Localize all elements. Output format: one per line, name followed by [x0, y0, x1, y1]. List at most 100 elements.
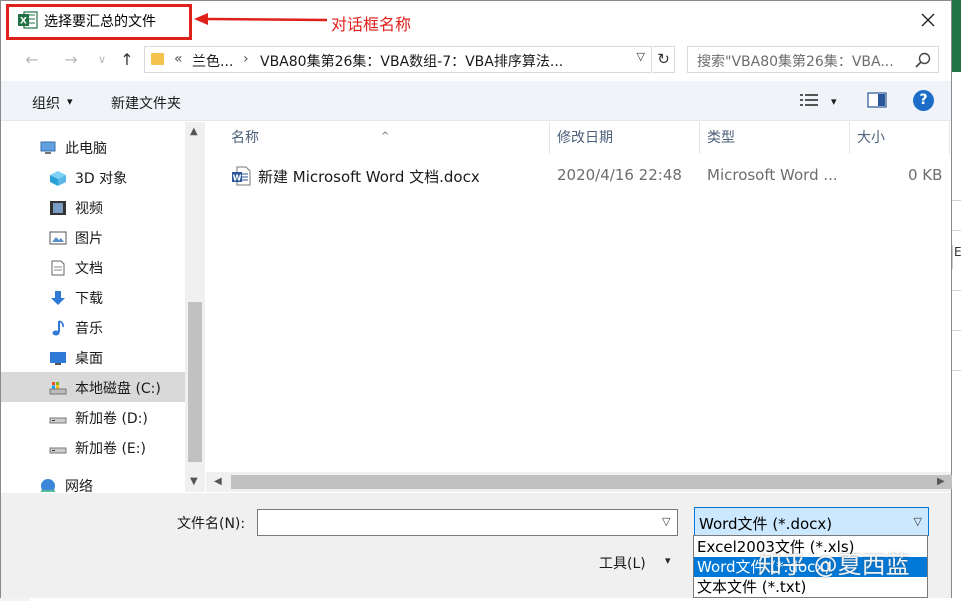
sidebar-item-label: 文档: [75, 261, 103, 277]
sidebar-item-label: 此电脑: [65, 141, 107, 157]
close-icon: [921, 13, 935, 27]
forward-button[interactable]: →: [60, 49, 82, 71]
excel-gridline: [952, 330, 961, 331]
sidebar-item-label: 音乐: [75, 321, 103, 337]
sidebar-item-label: 图片: [75, 231, 103, 247]
sidebar-item[interactable]: 视频: [1, 192, 185, 222]
column-header-name-label: 名称: [231, 130, 259, 146]
sidebar-item[interactable]: 文档: [1, 252, 185, 282]
excel-gridline: [952, 200, 961, 201]
drive-c-icon: [49, 382, 67, 395]
arrow-annotation-icon: [194, 13, 328, 25]
view-options-icon[interactable]: [799, 92, 819, 108]
close-button[interactable]: [917, 9, 939, 31]
excel-gridline: [952, 290, 961, 291]
preview-pane-icon[interactable]: [867, 92, 887, 108]
refresh-icon: ↻: [657, 50, 670, 68]
sidebar-scrollbar[interactable]: ▲ ▼: [185, 122, 205, 492]
file-type-select[interactable]: Word文件 (*.docx) ▽: [694, 507, 929, 536]
cube-icon: [50, 171, 66, 186]
sidebar-item[interactable]: 图片: [1, 222, 185, 252]
sidebar-item[interactable]: 下载: [1, 282, 185, 312]
file-list: 名称 ^ 修改日期 类型 大小 W 新建 Microsoft Word 文档.d…: [206, 122, 951, 472]
filename-input[interactable]: [257, 509, 678, 536]
file-list-horizontal-scrollbar[interactable]: ◀ ▶: [206, 472, 952, 492]
picture-icon: [49, 231, 67, 245]
chevron-down-icon: ▽: [913, 515, 922, 528]
sidebar-item-label: 新加卷 (E:): [75, 441, 146, 457]
sidebar-item-label: 视频: [75, 201, 103, 217]
document-icon: [51, 260, 65, 276]
address-overflow[interactable]: «: [174, 51, 183, 67]
svg-text:X: X: [20, 17, 27, 27]
column-header-name[interactable]: 名称 ^: [206, 122, 550, 154]
scroll-right-icon[interactable]: ▶: [937, 476, 945, 487]
folder-icon: [151, 53, 164, 65]
chevron-down-icon[interactable]: ▾: [831, 95, 837, 108]
recent-locations-button[interactable]: ∨: [91, 49, 113, 71]
dropdown-option[interactable]: 文本文件 (*.txt): [694, 577, 927, 597]
scroll-up-icon[interactable]: ▲: [190, 126, 198, 137]
chevron-down-icon[interactable]: ▾: [665, 554, 671, 567]
scrollbar-thumb[interactable]: [231, 475, 952, 489]
drive-icon: [49, 417, 67, 424]
organize-button[interactable]: 组织: [32, 93, 60, 113]
refresh-button[interactable]: ↻: [653, 46, 675, 73]
pc-icon: [40, 141, 56, 154]
file-size: 0 KB: [908, 166, 943, 184]
video-icon: [50, 201, 66, 215]
up-button[interactable]: ↑: [116, 49, 138, 71]
excel-icon: X: [18, 11, 38, 29]
sidebar-item[interactable]: 新加卷 (D:): [1, 402, 185, 432]
sidebar-item[interactable]: 3D 对象: [1, 162, 185, 192]
excel-gridline: [952, 230, 961, 231]
breadcrumb-segment[interactable]: VBA80集第26集：VBA数组-7：VBA排序算法...: [260, 51, 563, 71]
sidebar-item[interactable]: 音乐: [1, 312, 185, 342]
sidebar-item[interactable]: 桌面: [1, 342, 185, 372]
new-folder-button[interactable]: 新建文件夹: [111, 93, 181, 113]
sidebar-item[interactable]: 此电脑: [1, 132, 185, 162]
excel-column-header: E: [952, 245, 961, 269]
desktop-icon: [50, 352, 66, 365]
file-name[interactable]: 新建 Microsoft Word 文档.docx: [258, 166, 480, 187]
navigation-pane: 此电脑 3D 对象视频图片文档下载音乐桌面本地磁盘 (C:) 新加卷 (D:) 新加卷…: [1, 122, 205, 492]
scroll-down-icon[interactable]: ▼: [190, 476, 198, 487]
network-icon: [41, 479, 55, 492]
address-bar[interactable]: « 兰色... › VBA80集第26集：VBA数组-7：VBA排序算法... …: [144, 46, 652, 73]
search-input[interactable]: 搜索"VBA80集第26集：VBA...: [697, 51, 894, 71]
svg-text:W: W: [233, 173, 242, 182]
title-bar: X 选择要汇总的文件 对话框名称: [1, 1, 951, 40]
sidebar-item-label: 新加卷 (D:): [75, 411, 148, 427]
command-bar: 组织 ▾ 新建文件夹 ▾ ?: [1, 81, 951, 121]
excel-ribbon-edge: [952, 0, 961, 72]
file-row[interactable]: W 新建 Microsoft Word 文档.docx 2020/4/16 22…: [206, 162, 951, 190]
chevron-down-icon[interactable]: ▾: [67, 95, 73, 108]
excel-gridline: [952, 370, 961, 371]
help-button[interactable]: ?: [913, 90, 934, 111]
sidebar-item-label: 本地磁盘 (C:): [75, 381, 161, 397]
column-header-modified[interactable]: 修改日期: [550, 122, 700, 154]
scrollbar-thumb[interactable]: [188, 302, 202, 462]
download-icon: [51, 291, 65, 305]
sidebar-item[interactable]: 本地磁盘 (C:): [1, 372, 185, 402]
tools-button[interactable]: 工具(L): [599, 553, 646, 573]
file-type-selected: Word文件 (*.docx): [699, 515, 833, 533]
file-modified: 2020/4/16 22:48: [557, 166, 682, 184]
sidebar-item[interactable]: 网络: [1, 470, 185, 492]
watermark-text: 知乎 @夏西蓝: [758, 551, 910, 579]
chevron-down-icon[interactable]: ▽: [637, 50, 645, 63]
column-header-size[interactable]: 大小: [850, 122, 950, 154]
word-document-icon: W: [232, 166, 251, 186]
back-button[interactable]: ←: [21, 49, 43, 71]
scroll-left-icon[interactable]: ◀: [214, 476, 222, 487]
chevron-down-icon[interactable]: ▽: [662, 515, 670, 528]
sidebar-item-label: 桌面: [75, 351, 103, 367]
search-box[interactable]: 搜索"VBA80集第26集：VBA...: [687, 46, 939, 73]
sidebar-item-label: 网络: [65, 479, 93, 492]
breadcrumb-segment[interactable]: 兰色...: [192, 51, 233, 71]
dialog-title: 选择要汇总的文件: [44, 14, 156, 30]
sidebar-item[interactable]: 新加卷 (E:): [1, 432, 185, 462]
file-type: Microsoft Word ...: [707, 166, 838, 184]
column-header-type[interactable]: 类型: [700, 122, 850, 154]
navigation-bar: ← → ∨ ↑ « 兰色... › VBA80集第26集：VBA数组-7：VBA…: [1, 41, 951, 79]
